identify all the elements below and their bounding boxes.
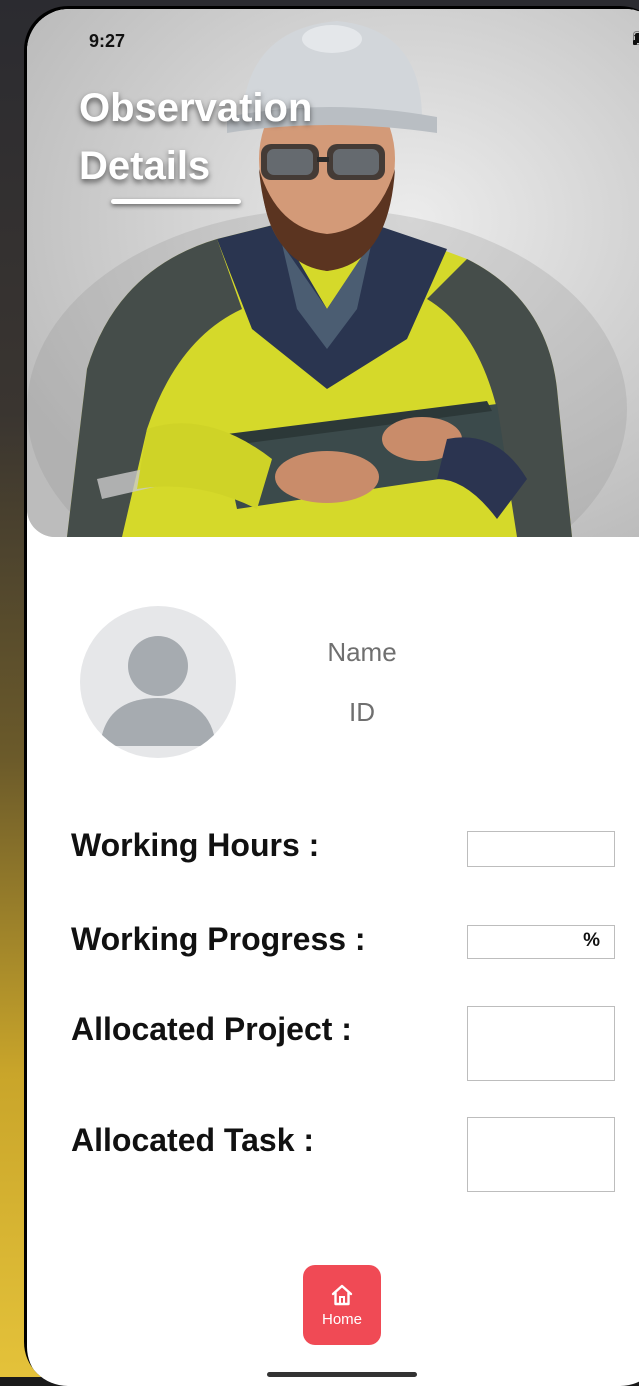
user-icon xyxy=(80,606,236,758)
home-button[interactable]: Home xyxy=(303,1265,381,1345)
working-progress-label: Working Progress : xyxy=(71,921,366,958)
home-indicator[interactable] xyxy=(267,1372,417,1377)
avatar xyxy=(80,606,236,758)
working-progress-input[interactable]: % xyxy=(467,925,615,959)
hero-image: 9:27 Observatio xyxy=(27,9,639,537)
title-underline xyxy=(111,199,241,204)
phone-frame: 9:27 Observatio xyxy=(24,6,639,1386)
allocated-project-label: Allocated Project : xyxy=(71,1011,352,1048)
app-screen: 9:27 Observatio xyxy=(27,9,639,1386)
home-button-label: Home xyxy=(322,1311,362,1328)
page-title: Observation Details xyxy=(79,79,399,195)
profile-name: Name xyxy=(277,637,447,668)
working-hours-label: Working Hours : xyxy=(71,827,319,864)
working-hours-input[interactable] xyxy=(467,831,615,867)
allocated-task-input[interactable] xyxy=(467,1117,615,1192)
profile-id: ID xyxy=(277,697,447,728)
allocated-project-input[interactable] xyxy=(467,1006,615,1081)
home-icon xyxy=(330,1283,354,1307)
status-time: 9:27 xyxy=(89,31,125,52)
battery-icon xyxy=(633,31,639,45)
allocated-task-label: Allocated Task : xyxy=(71,1122,314,1159)
percent-unit: % xyxy=(583,930,600,952)
